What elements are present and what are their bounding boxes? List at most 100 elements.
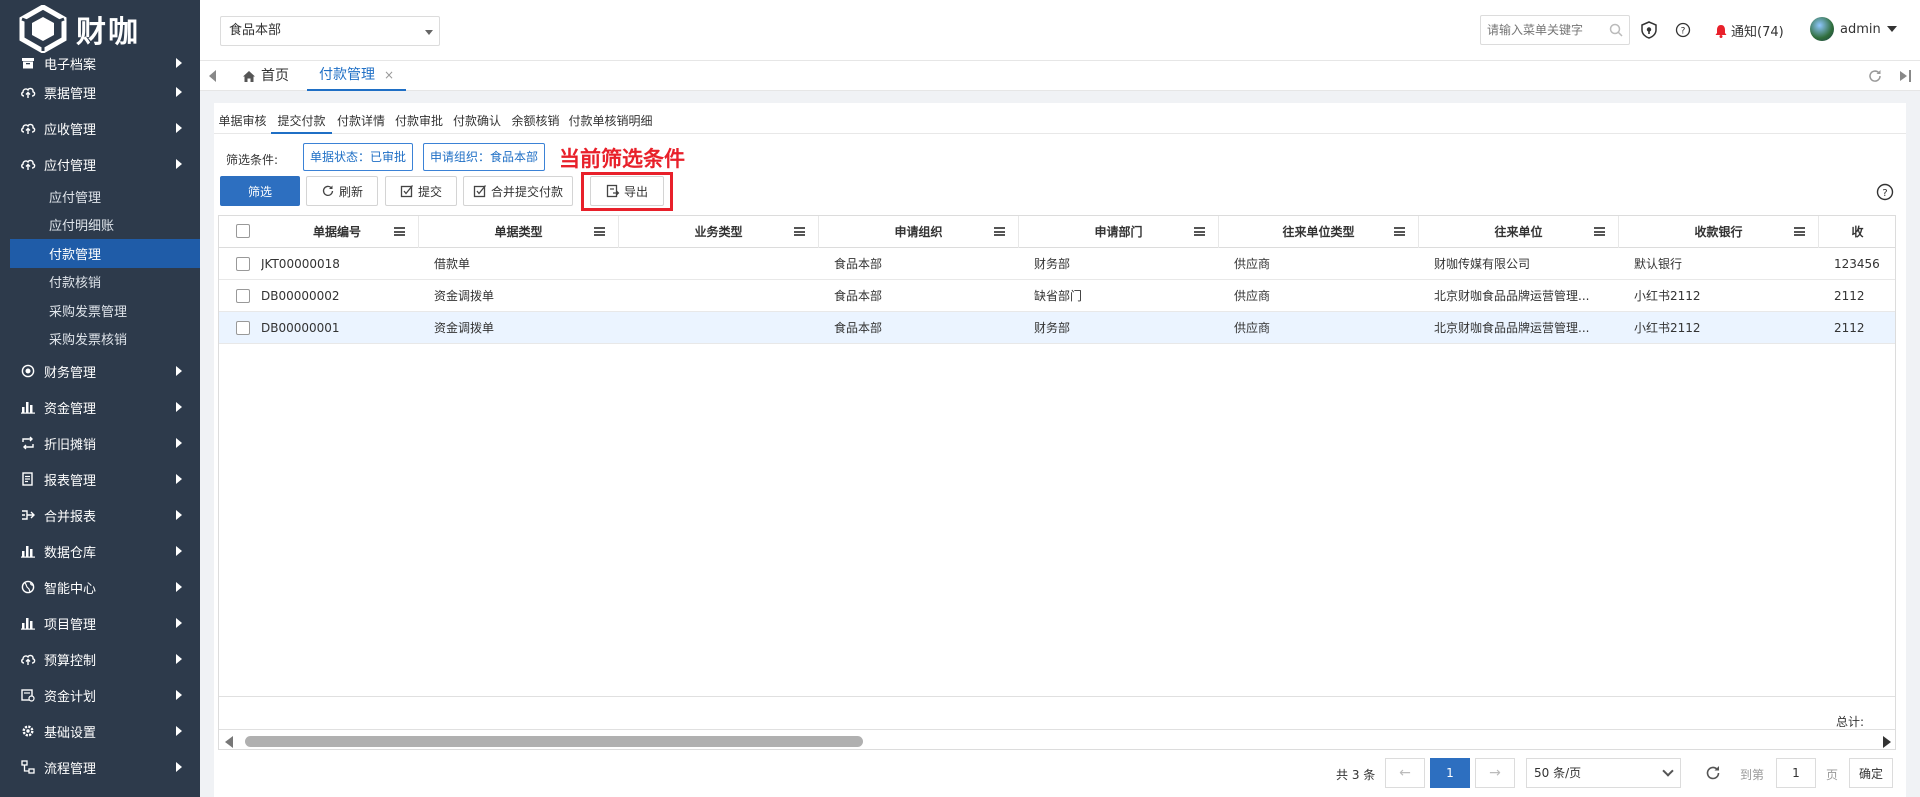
cell-apply-dept: 缺省部门 <box>1034 289 1083 303</box>
subtab-payment-writeoff-details[interactable]: 付款单核销明细 <box>565 108 656 134</box>
column-header-apply-dept[interactable]: 申请部门 <box>1019 216 1219 248</box>
chevron-right-icon <box>176 510 182 520</box>
sidebar-subitem-payment-management[interactable]: 付款管理 <box>10 239 200 268</box>
sidebar-subitem-payment-writeoff[interactable]: 付款核销 <box>0 268 200 297</box>
column-menu-icon[interactable] <box>794 227 805 236</box>
column-header-receiving[interactable]: 收 <box>1819 216 1895 248</box>
table-row[interactable]: DB00000002 资金调拨单 食品本部 缺省部门 供应商 北京财咖食品品牌运营管理..… <box>219 280 1895 312</box>
pagination: 共 3 条 ← 1 → 50 条/页 到第 页 确定 <box>214 758 1906 788</box>
goto-confirm-button[interactable]: 确定 <box>1849 758 1893 788</box>
column-menu-icon[interactable] <box>394 227 405 236</box>
shield-icon[interactable] <box>1640 21 1658 39</box>
cell-counterparty: 北京财咖食品品牌运营管理... <box>1434 321 1590 335</box>
scroll-left-icon[interactable] <box>225 736 233 748</box>
sidebar-item-depreciation[interactable]: 折旧摊销 <box>0 425 200 461</box>
filter-chip-organization[interactable]: 申请组织：食品本部 <box>423 143 546 171</box>
goto-label: 到第 <box>1740 768 1765 782</box>
subtab-payment-confirm[interactable]: 付款确认 <box>448 108 506 134</box>
select-all-checkbox[interactable] <box>236 224 250 238</box>
sidebar: 财咖 电子档案 票据管理 应收管理 应付管理 应付管理 应付明细账 付款管理 付款核销 采购发票… <box>0 0 200 797</box>
subtab-balance-writeoff[interactable]: 余额核销 <box>506 108 565 134</box>
column-menu-icon[interactable] <box>1194 227 1205 236</box>
sidebar-item-label: 预算控制 <box>44 653 97 669</box>
report-icon <box>20 471 36 487</box>
tab-home[interactable]: 首页 <box>230 61 301 91</box>
table-row[interactable]: JKT00000018 借款单 食品本部 财务部 供应商 财咖传媒有限公司 默认银行 1234… <box>219 248 1895 280</box>
submit-button[interactable]: 提交 <box>385 176 457 206</box>
sidebar-item-label: 报表管理 <box>44 473 97 489</box>
user-menu[interactable]: admin <box>1810 17 1897 41</box>
filter-button[interactable]: 筛选 <box>220 176 300 206</box>
tab-payment-management[interactable]: 付款管理 × <box>307 61 407 91</box>
merge-submit-payment-label: 合并提交付款 <box>490 184 563 199</box>
merge-submit-payment-button[interactable]: 合并提交付款 <box>463 176 573 206</box>
goto-page-input[interactable] <box>1776 758 1816 788</box>
table-row[interactable]: DB00000001 资金调拨单 食品本部 财务部 供应商 北京财咖食品品牌运营管理...… <box>219 312 1895 344</box>
cell-doc-number: DB00000001 <box>261 321 340 335</box>
refresh-icon[interactable] <box>1704 764 1722 782</box>
sidebar-subitem-purchase-invoice-writeoff[interactable]: 采购发票核销 <box>0 325 200 354</box>
row-checkbox[interactable] <box>236 257 250 271</box>
horizontal-scrollbar[interactable] <box>219 729 1895 749</box>
close-icon[interactable]: × <box>384 61 394 89</box>
sub-tab-bar: 单据审核 提交付款 付款详情 付款审批 付款确认 余额核销 付款单核销明细 <box>214 108 1906 134</box>
sidebar-item-project[interactable]: 项目管理 <box>0 605 200 641</box>
app-logo[interactable]: 财咖 <box>0 0 200 58</box>
sidebar-item-label: 合并报表 <box>44 509 97 525</box>
sidebar-item-payable[interactable]: 应付管理 <box>0 146 200 182</box>
current-page-button[interactable]: 1 <box>1430 758 1470 788</box>
sidebar-item-report[interactable]: 报表管理 <box>0 461 200 497</box>
sidebar-subitem-payable-management[interactable]: 应付管理 <box>0 182 200 211</box>
column-header-doc-type[interactable]: 单据类型 <box>419 216 619 248</box>
tab-scroll-left-icon[interactable] <box>209 70 216 82</box>
sidebar-item-data-warehouse[interactable]: 数据仓库 <box>0 533 200 569</box>
column-header-apply-org[interactable]: 申请组织 <box>819 216 1019 248</box>
sidebar-item-receivable[interactable]: 应收管理 <box>0 110 200 146</box>
reload-icon[interactable] <box>1867 68 1883 84</box>
tab-scroll-right-icon[interactable] <box>1897 68 1913 84</box>
column-header-label: 申请部门 <box>1094 225 1143 239</box>
column-header-receiving-bank[interactable]: 收款银行 <box>1619 216 1819 248</box>
sidebar-item-e-archive[interactable]: 电子档案 <box>0 52 200 74</box>
column-header-business-type[interactable]: 业务类型 <box>619 216 819 248</box>
row-checkbox[interactable] <box>236 321 250 335</box>
column-menu-icon[interactable] <box>1594 227 1605 236</box>
scrollbar-thumb[interactable] <box>245 736 863 747</box>
subtab-payment-details[interactable]: 付款详情 <box>332 108 390 134</box>
sidebar-item-base-settings[interactable]: 基础设置 <box>0 713 200 749</box>
column-menu-icon[interactable] <box>1794 227 1805 236</box>
tab-home-label: 首页 <box>261 68 289 84</box>
tab-payment-management-label: 付款管理 <box>319 67 375 83</box>
subtab-document-review[interactable]: 单据审核 <box>214 108 271 134</box>
sidebar-item-bill[interactable]: 票据管理 <box>0 74 200 110</box>
sidebar-subitem-purchase-invoice-management[interactable]: 采购发票管理 <box>0 296 200 325</box>
next-page-button[interactable]: → <box>1475 758 1515 788</box>
refresh-button[interactable]: 刷新 <box>306 176 378 206</box>
sidebar-item-smart-center[interactable]: 智能中心 <box>0 569 200 605</box>
organization-select[interactable]: 食品本部 <box>220 16 440 46</box>
column-menu-icon[interactable] <box>594 227 605 236</box>
logo-text: 财咖 <box>76 15 140 50</box>
filter-chip-status[interactable]: 单据状态：已审批 <box>303 143 414 171</box>
sidebar-subitem-payable-ledger[interactable]: 应付明细账 <box>0 211 200 240</box>
scroll-right-icon[interactable] <box>1883 736 1891 748</box>
sidebar-item-workflow[interactable]: 流程管理 <box>0 749 200 785</box>
search-icon[interactable] <box>1608 22 1624 38</box>
subtab-payment-approval[interactable]: 付款审批 <box>390 108 448 134</box>
prev-page-button[interactable]: ← <box>1385 758 1425 788</box>
column-menu-icon[interactable] <box>1394 227 1405 236</box>
help-icon[interactable]: ? <box>1674 21 1692 39</box>
column-menu-icon[interactable] <box>994 227 1005 236</box>
sidebar-item-fund-plan[interactable]: 资金计划 <box>0 677 200 713</box>
sidebar-item-consolidated-report[interactable]: 合并报表 <box>0 497 200 533</box>
help-icon[interactable]: ? <box>1876 183 1894 201</box>
column-header-counterparty[interactable]: 往来单位 <box>1419 216 1619 248</box>
subtab-submit-payment[interactable]: 提交付款 <box>271 108 332 134</box>
sidebar-item-finance[interactable]: 财务管理 <box>0 353 200 389</box>
column-header-counterparty-type[interactable]: 往来单位类型 <box>1219 216 1419 248</box>
page-size-select[interactable]: 50 条/页 <box>1526 758 1681 788</box>
notification-button[interactable]: 通知(74) <box>1714 21 1784 40</box>
row-checkbox[interactable] <box>236 289 250 303</box>
sidebar-item-budget[interactable]: 预算控制 <box>0 641 200 677</box>
sidebar-item-fund[interactable]: 资金管理 <box>0 389 200 425</box>
